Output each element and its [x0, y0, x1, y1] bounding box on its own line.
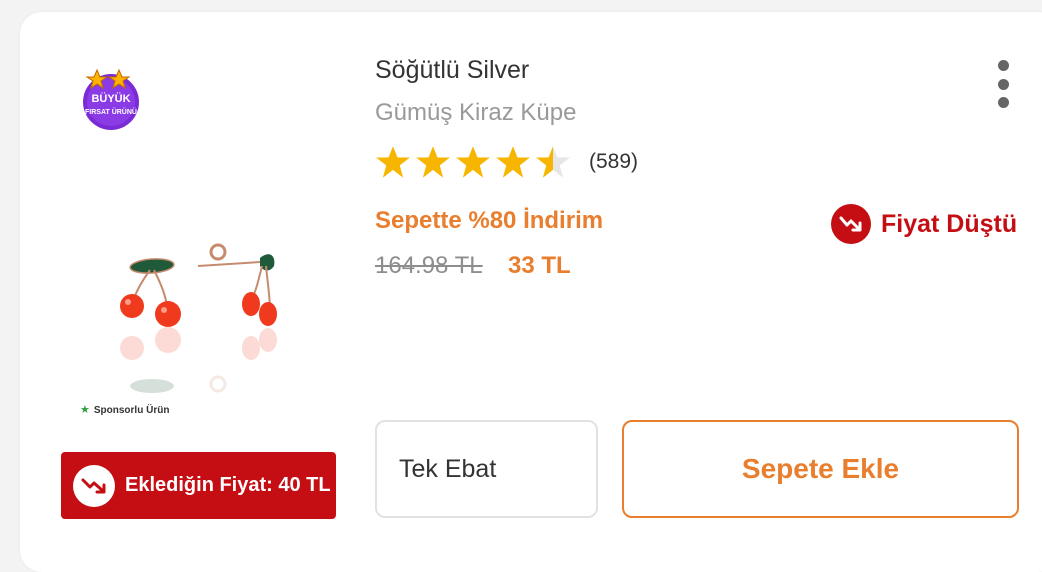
cart-discount-text: Sepette %80 İndirim — [375, 207, 604, 234]
add-to-cart-button[interactable]: Sepete Ekle — [622, 420, 1019, 518]
badge-line-1: BÜYÜK — [91, 92, 130, 105]
added-price-text: Eklediğin Fiyat: 40 TL — [125, 474, 331, 496]
menu-dot — [997, 78, 1009, 90]
menu-dot — [997, 97, 1009, 108]
trend-down-icon — [831, 204, 871, 244]
current-price: 33 TL — [508, 252, 571, 279]
added-price-banner: Eklediğin Fiyat: 40 TL — [61, 452, 336, 519]
star-icon — [496, 146, 530, 178]
price-drop-badge: Fiyat Düştü — [831, 204, 1017, 244]
star-icon — [416, 146, 450, 178]
price-drop-text: Fiyat Düştü — [881, 209, 1018, 238]
more-vertical-icon[interactable] — [994, 60, 1012, 108]
rating-stars — [375, 144, 571, 180]
big-deal-badge: BÜYÜK FIRSAT ÜRÜNÜ — [75, 66, 147, 130]
star-icon: ★ — [80, 404, 90, 416]
star-icon — [536, 146, 570, 178]
product-name[interactable]: Gümüş Kiraz Küpe — [375, 99, 576, 127]
sponsored-label: ★ Sponsorlu Ürün — [80, 404, 170, 417]
old-price: 164.98 TL — [375, 252, 483, 279]
product-brand[interactable]: Söğütlü Silver — [375, 56, 529, 85]
star-icon — [456, 146, 490, 178]
product-rating[interactable]: (589) — [375, 144, 638, 180]
star-icon — [376, 146, 410, 178]
trend-down-icon — [73, 464, 115, 507]
sponsored-text: Sponsorlu Ürün — [93, 405, 170, 416]
size-selector[interactable]: Tek Ebat — [375, 420, 598, 518]
menu-dot — [997, 60, 1009, 71]
product-image[interactable] — [110, 236, 290, 416]
review-count: (589) — [589, 150, 639, 173]
badge-line-2: FIRSAT ÜRÜNÜ — [85, 107, 137, 116]
